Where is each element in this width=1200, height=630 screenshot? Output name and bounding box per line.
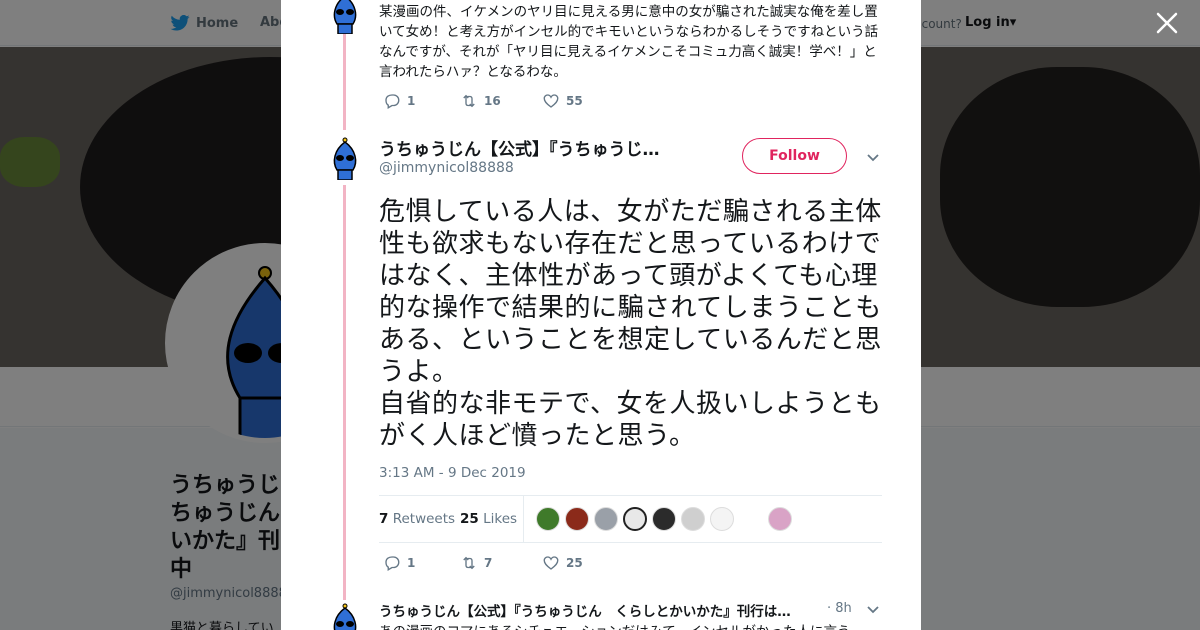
tweet-author-avatar[interactable] xyxy=(326,602,364,630)
retweet-icon xyxy=(463,556,475,570)
retweet-count: 7 xyxy=(484,556,493,570)
reply-count: 1 xyxy=(407,94,416,108)
tweet-author-avatar[interactable] xyxy=(326,0,364,35)
tweet-author-name[interactable]: うちゅうじん【公式】『うちゅうじ… xyxy=(379,135,699,160)
reply-time[interactable]: · 8h xyxy=(827,601,852,616)
like-button[interactable]: 55 xyxy=(542,92,583,110)
alien-avatar-icon xyxy=(333,137,357,181)
tweet-stats: 7 Retweets 25 Likes xyxy=(379,495,882,543)
retweets-stat-label: Retweets xyxy=(392,511,456,527)
liker-avatar[interactable] xyxy=(681,507,705,531)
reply-count: 1 xyxy=(407,556,416,570)
likes-stat-label: Likes xyxy=(483,511,518,527)
liker-avatars xyxy=(536,507,792,531)
likes-stat[interactable]: 25 Likes xyxy=(460,511,517,527)
liker-avatar[interactable] xyxy=(594,507,618,531)
reply-author-name[interactable]: うちゅうじん【公式】『うちゅうじん くらしとかいかた』刊行は… xyxy=(379,600,824,620)
like-button[interactable]: 25 xyxy=(542,554,583,572)
thread-connector-line xyxy=(343,34,346,130)
retweet-count: 16 xyxy=(484,94,501,108)
heart-icon xyxy=(543,94,559,108)
reply-icon xyxy=(385,556,400,571)
tweet-author-avatar[interactable] xyxy=(326,136,364,181)
reply-text: あの漫画のコマにあるシチュエーションだけみて、インセルがかった人に言う xyxy=(379,620,879,630)
tweet-author-handle[interactable]: @jimmynicol88888 xyxy=(379,160,514,176)
thread-connector-line xyxy=(343,185,346,600)
close-icon xyxy=(1156,12,1178,34)
tweet-text: 危惧している人は、女がただ騙される主体性も欲求もない存在だと思っているわけではな… xyxy=(379,197,882,451)
retweet-button[interactable]: 16 xyxy=(460,92,542,110)
like-count: 55 xyxy=(566,94,583,108)
reply-button[interactable]: 1 xyxy=(383,92,460,110)
liker-avatar[interactable] xyxy=(623,507,647,531)
liker-avatar[interactable] xyxy=(652,507,676,531)
alien-avatar-icon xyxy=(333,0,357,35)
retweet-button[interactable]: 7 xyxy=(460,554,542,572)
tweet-timestamp[interactable]: 3:13 AM - 9 Dec 2019 xyxy=(379,465,526,481)
follow-button[interactable]: Follow xyxy=(742,138,847,174)
previous-tweet-actions: 1 16 55 xyxy=(383,92,583,110)
liker-avatar[interactable] xyxy=(565,507,589,531)
stats-divider xyxy=(523,496,524,542)
liker-avatar[interactable] xyxy=(536,507,560,531)
tweet-actions: 1 7 25 xyxy=(383,554,583,572)
liker-avatar[interactable] xyxy=(710,507,734,531)
tweet-permalink-modal: 某漫画の件、イケメンのヤリ目に見える男に意中の女が騙された誠実な俺を差し置いて女… xyxy=(281,0,921,630)
reply-button[interactable]: 1 xyxy=(383,554,460,572)
retweets-stat[interactable]: 7 Retweets xyxy=(379,511,455,527)
like-count: 25 xyxy=(566,556,583,570)
alien-avatar-icon xyxy=(333,603,357,630)
likes-stat-count: 25 xyxy=(460,511,479,527)
liker-avatar[interactable] xyxy=(768,507,792,531)
previous-tweet-text: 某漫画の件、イケメンのヤリ目に見える男に意中の女が騙された誠実な俺を差し置いて女… xyxy=(379,4,879,80)
chevron-down-icon[interactable] xyxy=(865,150,881,166)
chevron-down-icon[interactable] xyxy=(865,602,881,618)
retweet-icon xyxy=(463,94,475,108)
close-modal-button[interactable] xyxy=(1152,10,1182,40)
retweets-stat-count: 7 xyxy=(379,511,389,527)
liker-avatar[interactable] xyxy=(739,507,763,531)
heart-icon xyxy=(543,556,559,570)
reply-icon xyxy=(385,94,400,109)
